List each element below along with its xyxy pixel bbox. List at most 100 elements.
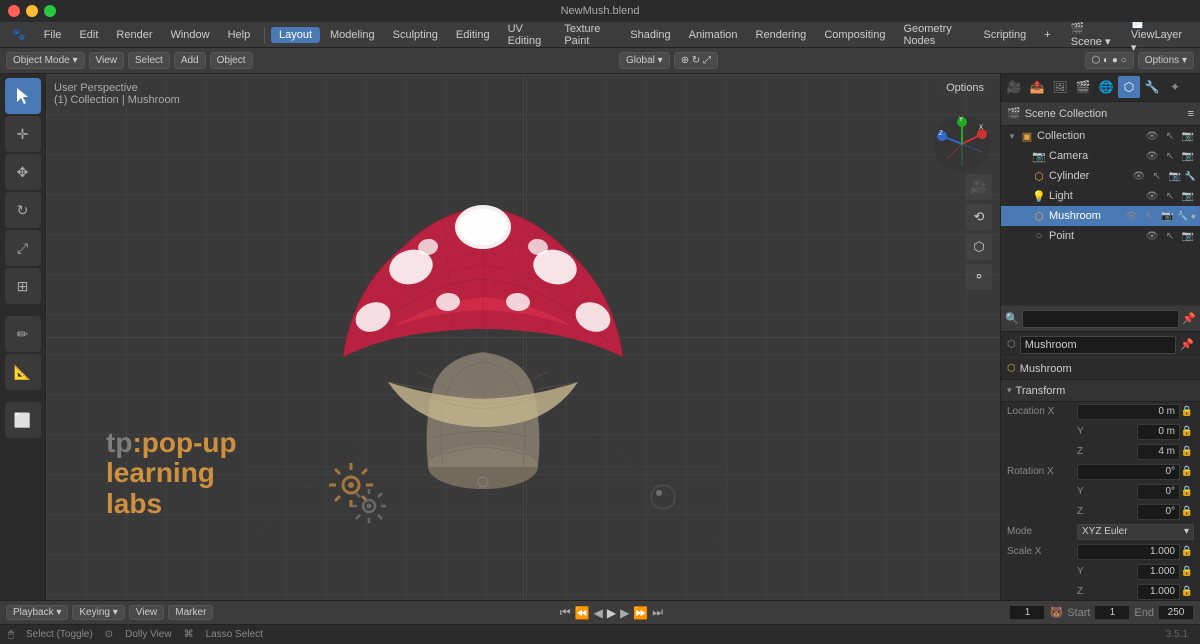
outliner-light[interactable]: 💡 Light 👁 ↖ 📷 (1001, 186, 1200, 206)
props-object-icon[interactable]: ⬡ (1118, 76, 1140, 98)
options-btn[interactable]: Options (1138, 52, 1194, 69)
workspace-shading[interactable]: Shading (622, 27, 678, 43)
tool-annotate[interactable]: ✏ (5, 316, 41, 352)
viewport-gizmo[interactable]: X Y Z (932, 114, 992, 174)
keying-btn[interactable]: Keying (72, 605, 124, 620)
add-menu[interactable]: Add (174, 52, 206, 69)
maximize-button[interactable] (44, 5, 56, 17)
scene-selector[interactable]: 🎬 Scene ▾ (1063, 20, 1121, 50)
rotation-z-value[interactable]: 0° (1137, 504, 1180, 520)
transport-play-pause[interactable]: ▶ (607, 606, 616, 620)
view-menu[interactable]: View (89, 52, 125, 69)
props-scene-icon[interactable]: 🎬 (1072, 76, 1094, 98)
zoom-extents-btn[interactable]: ⟲ (966, 204, 992, 230)
workspace-compositing[interactable]: Compositing (816, 27, 893, 43)
tool-rotate[interactable]: ↻ (5, 192, 41, 228)
props-particles-icon[interactable]: ✦ (1164, 76, 1186, 98)
workspace-editing[interactable]: Editing (448, 27, 498, 43)
workspace-rendering[interactable]: Rendering (748, 27, 815, 43)
tool-move[interactable]: ✥ (5, 154, 41, 190)
select-menu[interactable]: Select (128, 52, 170, 69)
workspace-layout[interactable]: Layout (271, 27, 320, 43)
props-pin-icon[interactable]: 📌 (1182, 312, 1196, 325)
toggle-persp-btn[interactable]: ⬡ (966, 234, 992, 260)
scale-z-value[interactable]: 1.000 (1137, 584, 1180, 600)
view-btn[interactable]: View (129, 605, 165, 620)
transform-section-header[interactable]: ▾ Transform (1001, 380, 1200, 402)
marker-btn[interactable]: Marker (168, 605, 213, 620)
window-controls[interactable] (8, 5, 56, 17)
mode-dropdown[interactable]: Object Mode (6, 52, 85, 69)
end-frame-input[interactable] (1158, 605, 1194, 620)
minimize-button[interactable] (26, 5, 38, 17)
props-output-icon[interactable]: 📤 (1026, 76, 1048, 98)
tool-measure[interactable]: 📐 (5, 354, 41, 390)
props-render-icon[interactable]: 🎥 (1003, 76, 1025, 98)
scale-lock-y[interactable]: 🔒 (1180, 566, 1194, 577)
rotation-x-value[interactable]: 0° (1077, 464, 1180, 480)
location-x-value[interactable]: 0 m (1077, 404, 1180, 420)
rotation-y-value[interactable]: 0° (1137, 484, 1180, 500)
workspace-uv-editing[interactable]: UV Editing (500, 21, 555, 49)
outliner-collection[interactable]: ▾ ▣ Collection 👁 ↖ 📷 (1001, 126, 1200, 146)
filter-icon[interactable]: ≡ (1188, 108, 1194, 120)
props-modifier-icon[interactable]: 🔧 (1141, 76, 1163, 98)
transport-step-fwd[interactable]: ▶ (620, 606, 629, 620)
transport-end[interactable]: ⏭ (652, 605, 663, 620)
lock-y-icon[interactable]: 🔒 (1180, 426, 1194, 437)
tool-cursor[interactable]: ✛ (5, 116, 41, 152)
menu-help[interactable]: Help (220, 27, 259, 43)
tool-add-cube[interactable]: ⬜ (5, 402, 41, 438)
menu-render[interactable]: Render (108, 27, 160, 43)
viewport[interactable]: User Perspective (1) Collection | Mushro… (46, 74, 1000, 600)
location-y-value[interactable]: 0 m (1137, 424, 1180, 440)
rot-lock-y[interactable]: 🔒 (1180, 486, 1194, 497)
rot-lock-z[interactable]: 🔒 (1180, 506, 1194, 517)
playback-btn[interactable]: Playback (6, 605, 68, 620)
menu-window[interactable]: Window (162, 27, 217, 43)
outliner-camera[interactable]: 📷 Camera 👁 ↖ 📷 (1001, 146, 1200, 166)
toggle-local-btn[interactable]: ⚬ (966, 264, 992, 290)
current-frame-input[interactable] (1009, 605, 1045, 620)
transport-fwd-jump[interactable]: ⏩ (633, 606, 648, 620)
lock-x-icon[interactable]: 🔒 (1180, 406, 1194, 417)
transport-begin[interactable]: ⏮ (560, 605, 571, 620)
render-toggle[interactable]: 📷 (1180, 131, 1196, 142)
start-frame-input[interactable] (1094, 605, 1130, 620)
rot-lock-x[interactable]: 🔒 (1180, 466, 1194, 477)
viewport-options-btn[interactable]: Options (938, 80, 992, 96)
transform-global[interactable]: Global (619, 52, 670, 69)
lock-z-icon[interactable]: 🔒 (1180, 446, 1194, 457)
camera-visibility[interactable]: 👁 (1144, 151, 1160, 162)
transport-back-jump[interactable]: ⏪ (575, 606, 590, 620)
transport-step-back[interactable]: ◀ (594, 606, 603, 620)
outliner-point[interactable]: ○ Point 👁 ↖ 📷 (1001, 226, 1200, 246)
workspace-geometry-nodes[interactable]: Geometry Nodes (895, 21, 973, 49)
outliner-cylinder[interactable]: ⬡ Cylinder 👁 ↖ 📷 🔧 (1001, 166, 1200, 186)
props-view-icon[interactable]: 🖼 (1049, 76, 1071, 98)
tool-scale[interactable]: ⤢ (5, 230, 41, 266)
workspace-modeling[interactable]: Modeling (322, 27, 383, 43)
outliner-mushroom[interactable]: ⬡ Mushroom 👁 ↖ 📷 🔧 ● (1001, 206, 1200, 226)
transform-icons[interactable]: ⊕ ↻ ⤢ (674, 52, 718, 69)
scale-lock-x[interactable]: 🔒 (1180, 546, 1194, 557)
tool-transform[interactable]: ⊞ (5, 268, 41, 304)
workspace-scripting[interactable]: Scripting (976, 27, 1035, 43)
scale-lock-z[interactable]: 🔒 (1180, 586, 1194, 597)
visibility-toggle[interactable]: 👁 (1144, 131, 1160, 142)
select-toggle[interactable]: ↖ (1162, 131, 1178, 142)
tool-select[interactable] (5, 78, 41, 114)
add-workspace[interactable]: + (1036, 27, 1058, 43)
menu-edit[interactable]: Edit (71, 27, 106, 43)
camera-select[interactable]: ↖ (1162, 151, 1178, 162)
rotation-mode-select[interactable]: XYZ Euler ▾ (1077, 524, 1194, 540)
workspace-animation[interactable]: Animation (681, 27, 746, 43)
camera-render[interactable]: 📷 (1180, 151, 1196, 162)
viewport-shading[interactable]: ⬡ ◐ ● ○ (1085, 52, 1134, 69)
pin-active-icon[interactable]: 📌 (1180, 338, 1194, 351)
props-world-icon[interactable]: 🌐 (1095, 76, 1117, 98)
workspace-texture-paint[interactable]: Texture Paint (556, 21, 620, 49)
search-input[interactable] (1022, 310, 1180, 328)
zoom-camera-btn[interactable]: 🎥 (966, 174, 992, 200)
close-button[interactable] (8, 5, 20, 17)
